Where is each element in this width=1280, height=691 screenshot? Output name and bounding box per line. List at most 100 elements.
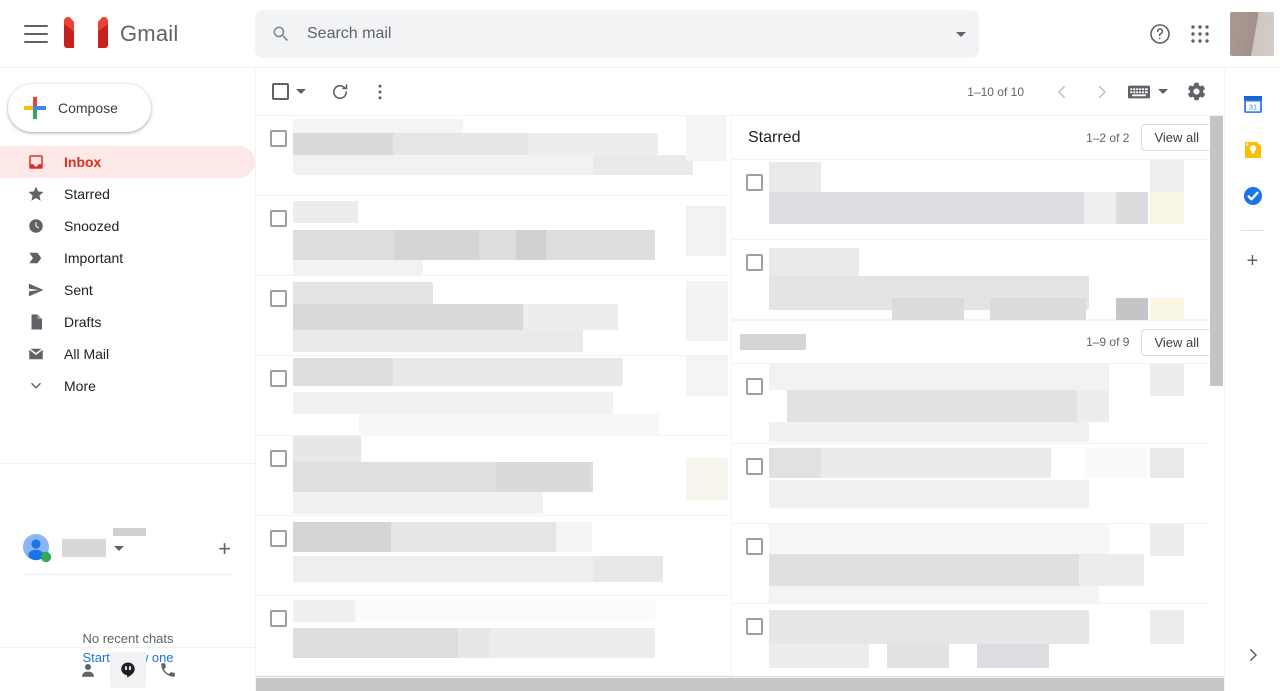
row-checkbox[interactable]: [746, 254, 763, 271]
row-checkbox[interactable]: [746, 618, 763, 635]
table-row[interactable]: [732, 160, 1224, 240]
support-button[interactable]: [1140, 14, 1180, 54]
table-row[interactable]: [732, 524, 1224, 604]
table-row[interactable]: [256, 596, 731, 676]
sidebar-item-sent[interactable]: Sent: [0, 274, 255, 306]
chat-divider: [0, 463, 256, 464]
chevron-down-icon[interactable]: [296, 89, 306, 94]
phone-icon[interactable]: [150, 652, 186, 688]
scrollbar-thumb[interactable]: [1210, 116, 1223, 386]
refresh-button[interactable]: [320, 72, 360, 112]
sidebar-item-label: All Mail: [64, 346, 110, 362]
row-checkbox[interactable]: [270, 130, 287, 147]
sidebar-item-starred[interactable]: Starred: [0, 178, 255, 210]
no-recent-chats-label: No recent chats: [82, 631, 174, 646]
avatar: [22, 533, 52, 563]
app-header: Gmail: [0, 0, 1280, 68]
previous-page-button[interactable]: [1042, 72, 1082, 112]
chevron-down-icon: [956, 31, 966, 37]
row-checkbox[interactable]: [270, 450, 287, 467]
message-list: [256, 116, 732, 676]
hangouts-icon[interactable]: [110, 651, 146, 688]
table-row[interactable]: [256, 116, 731, 196]
row-checkbox[interactable]: [270, 290, 287, 307]
row-checkbox[interactable]: [270, 530, 287, 547]
sidebar-item-all-mail[interactable]: All Mail: [0, 338, 255, 370]
sidebar-item-label: Sent: [64, 282, 93, 298]
sidebar-item-label: Drafts: [64, 314, 102, 330]
search-bar[interactable]: [255, 10, 979, 58]
sidebar-item-drafts[interactable]: Drafts: [0, 306, 255, 338]
row-checkbox[interactable]: [270, 210, 287, 227]
row-checkbox[interactable]: [270, 610, 287, 627]
sidebar-item-snoozed[interactable]: Snoozed: [0, 210, 255, 242]
table-row[interactable]: [732, 240, 1224, 320]
next-page-button[interactable]: [1082, 72, 1122, 112]
table-row[interactable]: [256, 276, 731, 356]
row-checkbox[interactable]: [746, 458, 763, 475]
add-addon-button[interactable]: +: [1247, 251, 1259, 271]
expand-panel-button[interactable]: [1244, 646, 1262, 669]
gmail-logo-icon: [64, 16, 108, 51]
horizontal-scrollbar[interactable]: [256, 676, 1276, 691]
panel-header-secondary: 1–9 of 9 View all: [732, 320, 1224, 364]
google-apps-button[interactable]: [1180, 14, 1220, 54]
sidebar-item-label: Starred: [64, 186, 110, 202]
mail-stack-icon: [26, 344, 46, 364]
view-all-button[interactable]: View all: [1141, 328, 1212, 356]
mail-content-area: Starred 1–2 of 2 View all 1–9 of 9 View …: [256, 116, 1224, 676]
new-chat-button[interactable]: +: [218, 538, 231, 560]
sidebar-item-more[interactable]: More: [0, 370, 255, 402]
panel-title-redacted: [740, 334, 806, 350]
table-row[interactable]: [732, 364, 1224, 444]
contacts-icon[interactable]: [70, 652, 106, 688]
gmail-app-window: Gmail Search mail Compose Inbox Starred …: [0, 0, 1280, 691]
chat-account-name-redacted: [62, 539, 106, 557]
row-checkbox[interactable]: [746, 378, 763, 395]
settings-button[interactable]: [1176, 72, 1216, 112]
checkbox-icon: [272, 83, 289, 100]
table-row[interactable]: [256, 196, 731, 276]
sidebar-item-label: Inbox: [64, 154, 102, 170]
sidebar-nav: Inbox Starred Snoozed Important Sent Dra…: [0, 146, 255, 402]
gmail-logo-link[interactable]: Gmail: [64, 16, 179, 51]
chevron-down-icon: [1158, 89, 1168, 94]
panel-count: 1–2 of 2: [1086, 130, 1130, 145]
table-row[interactable]: [256, 516, 731, 596]
table-row[interactable]: [732, 444, 1224, 524]
sidebar-item-inbox[interactable]: Inbox: [0, 146, 255, 178]
rail-divider: [1240, 230, 1265, 231]
table-row[interactable]: [256, 356, 731, 436]
chevron-down-icon: [26, 376, 46, 396]
row-checkbox[interactable]: [746, 538, 763, 555]
table-row[interactable]: [732, 604, 1224, 676]
toolbar-right: 1–10 of 10: [967, 72, 1224, 112]
keyboard-icon: [1128, 85, 1150, 98]
more-options-button[interactable]: [360, 72, 400, 112]
vertical-scrollbar[interactable]: [1209, 116, 1224, 676]
row-checkbox[interactable]: [270, 370, 287, 387]
table-row[interactable]: [256, 436, 731, 516]
google-tasks-icon[interactable]: [1243, 186, 1263, 206]
chevron-down-icon[interactable]: [114, 545, 124, 551]
google-calendar-icon[interactable]: 31: [1243, 94, 1263, 114]
search-input[interactable]: [305, 24, 943, 44]
sidebar-item-important[interactable]: Important: [0, 242, 255, 274]
compose-button[interactable]: Compose: [8, 84, 151, 132]
inbox-icon: [26, 152, 46, 172]
chat-separator: [22, 574, 234, 575]
avatar[interactable]: [1230, 12, 1274, 56]
brand-name: Gmail: [120, 20, 179, 46]
search-options-button[interactable]: [943, 10, 979, 58]
panel-title: Starred: [748, 128, 801, 146]
hamburger-icon[interactable]: [24, 24, 48, 43]
chat-footer-toolbar: [0, 647, 256, 691]
select-all-checkbox[interactable]: [272, 83, 306, 100]
scrollbar-thumb[interactable]: [256, 678, 1276, 691]
input-tools-button[interactable]: [1128, 84, 1168, 100]
view-all-button[interactable]: View all: [1141, 124, 1212, 151]
google-keep-icon[interactable]: [1243, 140, 1263, 160]
sidebar: Compose Inbox Starred Snoozed Important …: [0, 68, 256, 691]
row-checkbox[interactable]: [746, 174, 763, 191]
sidebar-item-label: Snoozed: [64, 218, 120, 234]
